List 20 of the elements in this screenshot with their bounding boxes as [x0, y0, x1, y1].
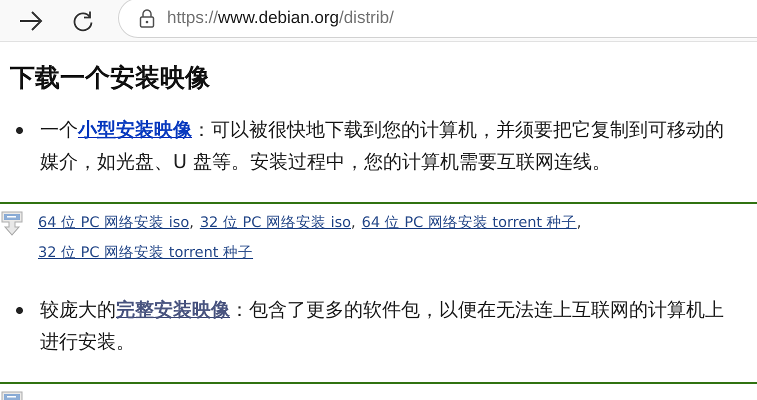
download-link[interactable]: 32 位 PC 网络安装 torrent 种子 [38, 245, 254, 261]
reload-button[interactable] [72, 10, 94, 32]
bullet-icon [16, 307, 23, 314]
bullet-icon [16, 127, 23, 134]
download-link[interactable]: 64 位 PC 网络安装 torrent 种子 [362, 215, 577, 231]
comma-text: , [576, 215, 582, 231]
image-link[interactable]: 完整安装映像 [116, 299, 230, 321]
address-bar[interactable]: https://www.debian.org/distrib/ [118, 0, 757, 38]
comma-text: , [189, 215, 194, 231]
section-text: 一个小型安装映像：可以被很快地下载到您的计算机，并须要把它复制到可移动的媒介，如光盘、U 盘等。安装过程中，您的计算机需要互联网连线。 [40, 118, 725, 175]
download-link[interactable]: 32 位 PC 网络安装 iso [200, 215, 352, 231]
forward-button[interactable] [18, 10, 44, 32]
comma-text: , [351, 215, 356, 231]
image-link[interactable]: 小型安装映像 [78, 119, 192, 141]
page-heading: 下载一个安装映像 [10, 62, 211, 94]
section-text: 较庞大的完整安装映像：包含了更多的软件包，以便在无法连上互联网的计算机上进行安装。 [40, 298, 725, 355]
lock-icon [139, 8, 155, 28]
download-link[interactable]: 64 位 PC 网络安装 iso [38, 215, 190, 231]
url-text: https://www.debian.org/distrib/ [167, 8, 394, 28]
download-icon [0, 210, 24, 236]
